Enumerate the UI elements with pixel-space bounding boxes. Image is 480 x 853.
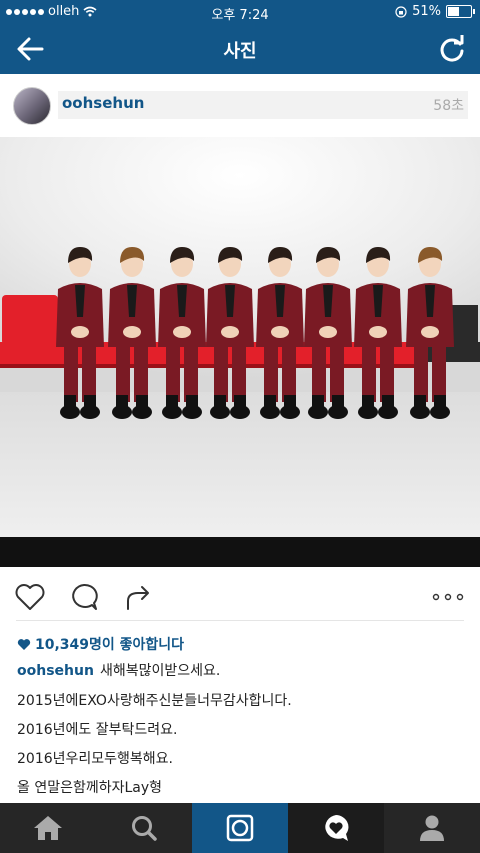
small-heart-icon <box>17 638 31 650</box>
heart-bubble-icon <box>325 815 349 841</box>
camera-icon <box>226 814 254 842</box>
group-photo-illustration <box>0 137 480 567</box>
caption-first-line: oohsehun 새해복많이받으세요. <box>17 660 220 680</box>
profile-icon <box>420 815 444 841</box>
caption-line: 2016년우리모두행복해요. <box>17 751 173 767</box>
tab-profile[interactable] <box>384 803 480 853</box>
post-actions <box>0 575 480 619</box>
post-photo[interactable] <box>0 137 480 567</box>
tab-search[interactable] <box>96 803 192 853</box>
battery-group: 51% <box>395 4 475 19</box>
post-username[interactable]: oohsehun <box>62 94 144 112</box>
caption-line: 올 연말은함께하자Lay형 <box>17 780 163 796</box>
caption-line: 2015년에EXO사랑해주신분들너무감사합니다. <box>17 693 292 709</box>
refresh-icon[interactable] <box>438 35 466 63</box>
status-bar: olleh 오후 7:24 51% <box>0 0 480 24</box>
likes-label: 10,349명이 좋아합니다 <box>35 637 185 653</box>
caption-text: 새해복많이받으세요. <box>99 663 221 679</box>
search-icon <box>132 816 157 841</box>
caption-username[interactable]: oohsehun <box>17 663 94 679</box>
home-icon <box>34 816 62 840</box>
battery-icon <box>446 5 475 18</box>
more-icon[interactable] <box>430 581 466 613</box>
tab-activity[interactable] <box>288 803 384 853</box>
divider <box>16 620 464 621</box>
post-time-ago: 58초 <box>433 98 464 114</box>
page-title: 사진 <box>223 41 257 62</box>
battery-percent: 51% <box>412 4 441 19</box>
nav-bar: 사진 <box>0 24 480 74</box>
avatar[interactable] <box>13 87 51 125</box>
tab-camera[interactable] <box>192 803 288 853</box>
comment-icon[interactable] <box>68 581 100 613</box>
caption-line: 2016년에도 잘부탁드려요. <box>17 722 178 738</box>
heart-icon[interactable] <box>14 581 46 613</box>
tab-bar <box>0 803 480 853</box>
tab-home[interactable] <box>0 803 96 853</box>
share-icon[interactable] <box>122 581 154 613</box>
post-header: oohsehun 58초 <box>0 74 480 136</box>
likes-count[interactable]: 10,349명이 좋아합니다 <box>17 634 184 654</box>
orientation-lock-icon <box>395 5 407 18</box>
